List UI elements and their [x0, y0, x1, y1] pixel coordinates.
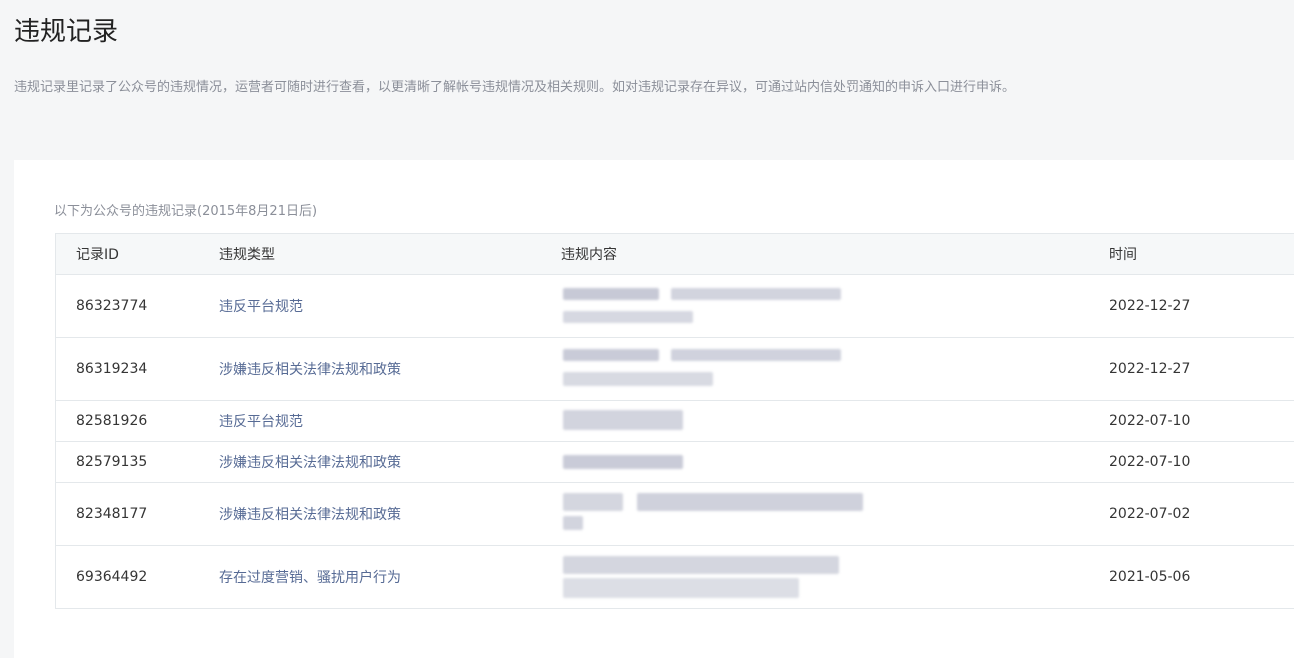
table-row: 86323774 违反平台规范 2022-12-27: [56, 275, 1294, 338]
violation-type: 涉嫌违反相关法律法规和政策: [219, 455, 401, 471]
table-row: 82348177 涉嫌违反相关法律法规和政策 2022-07-02: [56, 483, 1294, 546]
record-time: 2022-12-27: [1109, 298, 1191, 314]
record-time: 2022-07-10: [1109, 454, 1191, 470]
violation-type: 涉嫌违反相关法律法规和政策: [219, 362, 401, 378]
violation-type: 违反平台规范: [219, 414, 303, 430]
table-row: 82581926 违反平台规范 2022-07-10: [56, 401, 1294, 442]
record-id: 82579135: [76, 454, 148, 470]
record-id: 86323774: [76, 298, 148, 314]
violation-type: 违反平台规范: [219, 299, 303, 315]
records-card: 以下为公众号的违规记录(2015年8月21日后) 记录ID 违规类型 违规内容 …: [14, 160, 1294, 658]
record-time: 2022-12-27: [1109, 361, 1191, 377]
record-time: 2021-05-06: [1109, 569, 1191, 585]
violation-type: 涉嫌违反相关法律法规和政策: [219, 507, 401, 523]
violation-content-redacted: [561, 483, 1109, 545]
violation-content-redacted: [561, 442, 1109, 482]
table-header: 记录ID 违规类型 违规内容 时间: [56, 234, 1294, 275]
header-violation-type: 违规类型: [219, 247, 275, 263]
record-id: 86319234: [76, 361, 148, 377]
violation-records-page: 违规记录 违规记录里记录了公众号的违规情况，运营者可随时进行查看，以更清晰了解帐…: [0, 0, 1294, 658]
records-table: 记录ID 违规类型 违规内容 时间 86323774 违反平台规范 2022-1…: [55, 233, 1294, 609]
record-id: 82581926: [76, 413, 148, 429]
record-time: 2022-07-10: [1109, 413, 1191, 429]
table-caption: 以下为公众号的违规记录(2015年8月21日后): [54, 204, 318, 219]
page-description: 违规记录里记录了公众号的违规情况，运营者可随时进行查看，以更清晰了解帐号违规情况…: [14, 80, 1016, 95]
record-id: 69364492: [76, 569, 148, 585]
table-row: 86319234 涉嫌违反相关法律法规和政策 2022-12-27: [56, 338, 1294, 401]
violation-content-redacted: [561, 338, 1109, 400]
violation-type: 存在过度营销、骚扰用户行为: [219, 570, 401, 586]
violation-content-redacted: [561, 275, 1109, 337]
header-violation-content-label: 违规内容: [561, 247, 617, 263]
table-row: 69364492 存在过度营销、骚扰用户行为 2021-05-06: [56, 546, 1294, 609]
header-time: 时间: [1109, 247, 1137, 263]
record-time: 2022-07-02: [1109, 506, 1191, 522]
record-id: 82348177: [76, 506, 148, 522]
header-violation-content: 违规内容: [561, 234, 1109, 274]
table-row: 82579135 涉嫌违反相关法律法规和政策 2022-07-10: [56, 442, 1294, 483]
header-record-id: 记录ID: [76, 247, 119, 263]
violation-content-redacted: [561, 546, 1109, 608]
violation-content-redacted: [561, 401, 1109, 441]
page-title: 违规记录: [14, 17, 119, 47]
